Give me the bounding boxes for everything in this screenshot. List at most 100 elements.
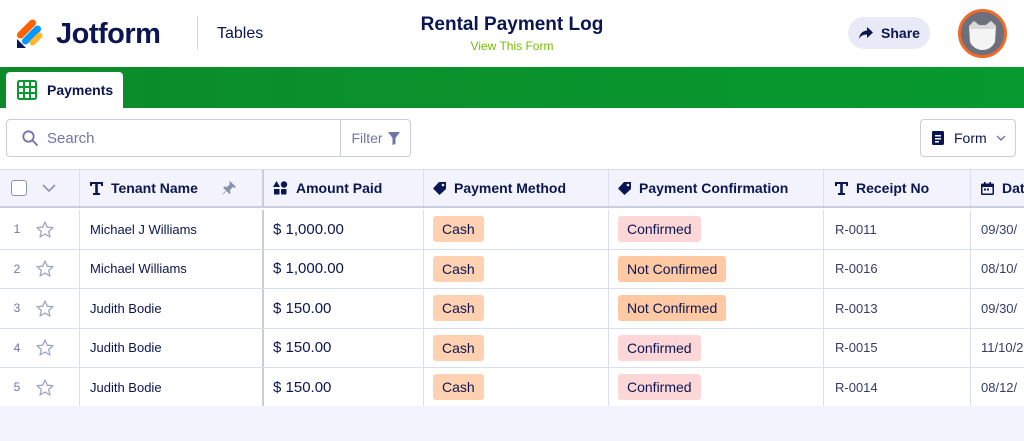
search-icon — [22, 130, 38, 146]
row-select-cell: 5 — [0, 368, 80, 406]
pin-icon[interactable] — [222, 181, 236, 195]
confirmation-status-tag: Confirmed — [618, 216, 701, 243]
star-icon[interactable] — [36, 339, 54, 356]
cell-payment-method[interactable]: Cash — [424, 328, 609, 367]
cell-date[interactable]: 09/30/ — [971, 210, 1024, 249]
cell-date[interactable]: 08/12/ — [971, 368, 1024, 406]
cell-payment-confirmation[interactable]: Confirmed — [609, 368, 824, 406]
tag-icon — [433, 181, 446, 195]
search-input[interactable] — [47, 129, 327, 147]
cell-amount-paid[interactable]: $ 1,000.00 — [264, 210, 424, 249]
cell-date[interactable]: 09/30/ — [971, 289, 1024, 328]
payment-method-tag: Cash — [433, 374, 484, 401]
confirmation-status-tag: Confirmed — [618, 374, 701, 401]
row-select-cell: 4 — [0, 328, 80, 367]
filter-button[interactable]: Filter — [340, 120, 410, 156]
row-number: 4 — [13, 340, 21, 355]
star-icon[interactable] — [36, 221, 54, 238]
funnel-icon — [387, 131, 400, 145]
column-header-label: Payment Method — [454, 180, 567, 196]
toolbar: Filter Form — [0, 108, 1024, 169]
column-header-receipt-no[interactable]: Receipt No — [824, 170, 971, 206]
cell-tenant-name[interactable]: Judith Bodie — [80, 328, 264, 367]
star-icon[interactable] — [36, 260, 54, 277]
share-button-label: Share — [881, 25, 920, 41]
form-view-button[interactable]: Form — [920, 119, 1016, 157]
cell-receipt-no[interactable]: R-0011 — [824, 210, 971, 249]
confirmation-status-tag: Not Confirmed — [618, 255, 727, 282]
data-table: Tenant Name Amount Paid Payment Method P… — [0, 169, 1024, 406]
search-box: Filter — [6, 119, 411, 157]
column-header-label: Payment Confirmation — [639, 180, 789, 196]
cell-receipt-no[interactable]: R-0014 — [824, 368, 971, 406]
column-header-label: Tenant Name — [111, 180, 198, 196]
payment-method-tag: Cash — [433, 295, 484, 322]
cell-payment-confirmation[interactable]: Confirmed — [609, 328, 824, 367]
chevron-down-icon — [996, 135, 1006, 141]
form-document-icon — [932, 131, 944, 145]
form-button-label: Form — [954, 130, 987, 146]
top-header: Jotform Tables Rental Payment Log View T… — [0, 0, 1024, 67]
cell-payment-confirmation[interactable]: Not Confirmed — [609, 289, 824, 328]
payment-method-tag: Cash — [433, 255, 484, 282]
row-select-cell: 1 — [0, 210, 80, 249]
star-icon[interactable] — [36, 379, 54, 396]
column-header-amount-paid[interactable]: Amount Paid — [264, 170, 424, 206]
table-row[interactable]: 3 Judith Bodie $ 150.00 Cash Not Confirmed R-… — [0, 289, 1024, 329]
confirmation-status-tag: Confirmed — [618, 334, 701, 361]
cell-payment-method[interactable]: Cash — [424, 289, 609, 328]
cell-amount-paid[interactable]: $ 150.00 — [264, 328, 424, 367]
row-number: 5 — [13, 380, 21, 395]
cell-payment-confirmation[interactable]: Not Confirmed — [609, 249, 824, 288]
cell-date[interactable]: 11/10/2 — [971, 329, 1024, 368]
cell-payment-confirmation[interactable]: Confirmed — [609, 210, 824, 249]
column-header-label: Receipt No — [856, 180, 930, 196]
cell-receipt-no[interactable]: R-0015 — [824, 328, 971, 367]
cell-amount-paid[interactable]: $ 150.00 — [264, 289, 424, 328]
cell-amount-paid[interactable]: $ 150.00 — [264, 368, 424, 406]
cell-tenant-name[interactable]: Judith Bodie — [80, 289, 264, 328]
row-number: 3 — [13, 301, 21, 316]
table-grid-icon — [17, 80, 37, 100]
table-row[interactable]: 4 Judith Bodie $ 150.00 Cash Confirmed R-0015… — [0, 328, 1024, 368]
row-number: 1 — [13, 222, 21, 237]
cell-tenant-name[interactable]: Judith Bodie — [80, 368, 264, 406]
calendar-icon — [981, 181, 994, 195]
text-icon — [90, 181, 103, 195]
row-select-cell: 2 — [0, 249, 80, 288]
tab-strip: Payments — [0, 67, 1024, 108]
cell-receipt-no[interactable]: R-0013 — [824, 289, 971, 328]
filter-button-label: Filter — [351, 130, 383, 146]
chevron-down-icon[interactable] — [42, 184, 56, 192]
cell-payment-method[interactable]: Cash — [424, 210, 609, 249]
column-header-payment-confirmation[interactable]: Payment Confirmation — [609, 170, 824, 206]
select-all-checkbox[interactable] — [11, 180, 27, 196]
text-icon — [835, 181, 848, 195]
column-header-payment-method[interactable]: Payment Method — [424, 170, 609, 206]
table-row[interactable]: 2 Michael Williams $ 1,000.00 Cash Not Confi… — [0, 249, 1024, 289]
column-header-label: Amount Paid — [296, 180, 383, 196]
cell-receipt-no[interactable]: R-0016 — [824, 249, 971, 288]
shapes-icon — [273, 181, 288, 195]
table-header-row: Tenant Name Amount Paid Payment Method P… — [0, 170, 1024, 208]
table-row[interactable]: 5 Judith Bodie $ 150.00 Cash Confirmed R-0014… — [0, 368, 1024, 406]
cell-date[interactable]: 08/10/ — [971, 250, 1024, 289]
view-form-link[interactable]: View This Form — [471, 39, 554, 53]
cell-payment-method[interactable]: Cash — [424, 368, 609, 406]
share-button[interactable]: Share — [848, 17, 930, 49]
payment-method-tag: Cash — [433, 334, 484, 361]
payment-method-tag: Cash — [433, 216, 484, 243]
cell-payment-method[interactable]: Cash — [424, 249, 609, 288]
cell-tenant-name[interactable]: Michael Williams — [80, 249, 264, 288]
tab-label: Payments — [47, 82, 114, 98]
avatar[interactable] — [958, 9, 1007, 58]
column-header-date[interactable]: Dat — [971, 170, 1024, 206]
table-row[interactable]: 1 Michael J Williams $ 1,000.00 Cash Confirm… — [0, 210, 1024, 250]
column-header-tenant-name[interactable]: Tenant Name — [80, 170, 264, 206]
column-header-label: Dat — [1002, 180, 1024, 196]
row-select-cell: 3 — [0, 289, 80, 328]
tab-payments[interactable]: Payments — [6, 72, 123, 108]
star-icon[interactable] — [36, 300, 54, 317]
cell-amount-paid[interactable]: $ 1,000.00 — [264, 249, 424, 288]
cell-tenant-name[interactable]: Michael J Williams — [80, 210, 264, 249]
